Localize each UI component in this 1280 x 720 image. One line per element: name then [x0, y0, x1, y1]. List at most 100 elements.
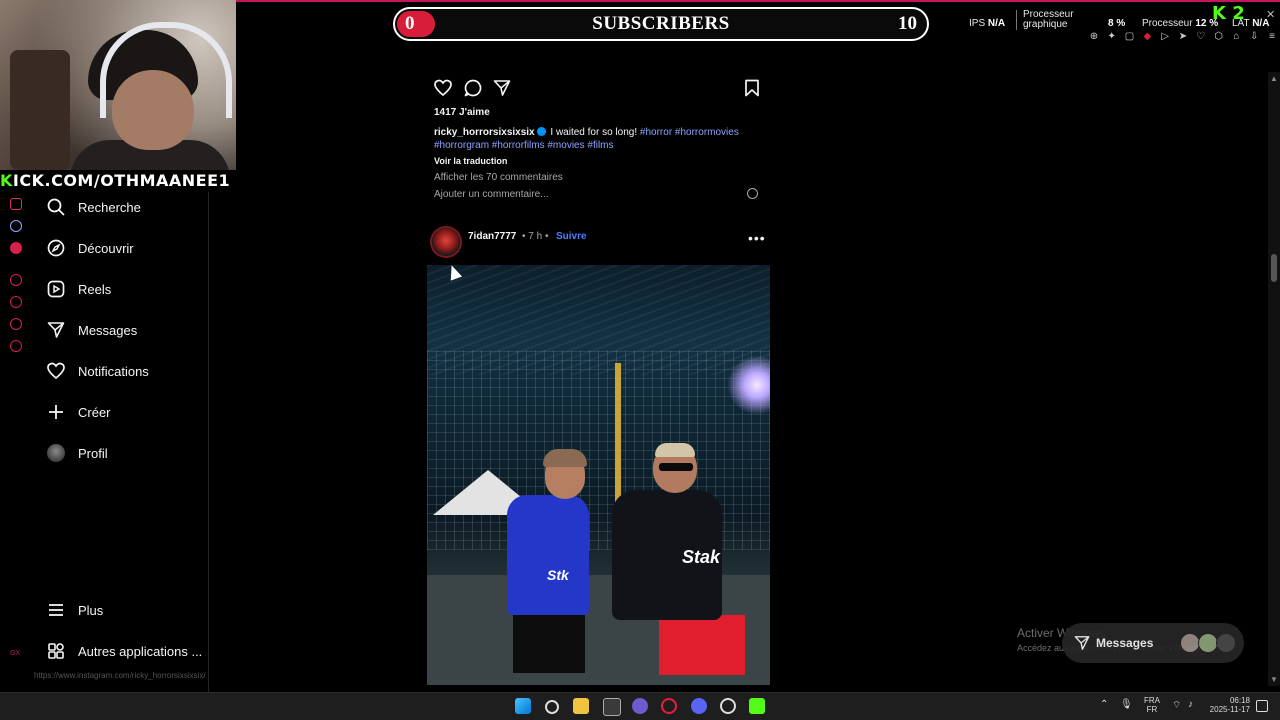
start-icon[interactable] — [515, 698, 531, 714]
keyboard-language[interactable]: FRA FR — [1144, 696, 1160, 714]
comment-input[interactable]: Ajouter un commentaire... — [434, 189, 549, 200]
translate-link[interactable]: Voir la traduction — [434, 156, 507, 166]
emoji-icon[interactable] — [747, 188, 758, 199]
nav-item-create[interactable]: Créer — [46, 400, 111, 424]
browser-sidebar — [0, 192, 32, 692]
verified-icon — [536, 127, 546, 136]
send-icon[interactable]: ➤ — [1177, 31, 1189, 43]
nav-label: Plus — [78, 602, 104, 618]
follow-button[interactable]: Suivre — [556, 231, 587, 242]
volume-icon[interactable]: ♪ — [1188, 699, 1193, 710]
ips-stat: IPS N/A — [969, 18, 1006, 29]
more-options-icon[interactable]: ••• — [748, 230, 766, 246]
share-icon[interactable] — [493, 79, 511, 102]
menu-icon[interactable]: ≡ — [1266, 31, 1278, 43]
nav-label: Créer — [78, 404, 111, 420]
caption-hashtags-1[interactable]: #horror #horrormovies — [640, 127, 739, 138]
nav-label: Recherche — [78, 199, 141, 215]
download-icon[interactable]: ⇩ — [1248, 31, 1260, 43]
nav-item-profile[interactable]: Profil — [46, 441, 108, 465]
caption-username[interactable]: ricky_horrorsixsixsix — [434, 127, 535, 138]
discord-icon[interactable] — [10, 220, 22, 232]
discord-icon[interactable] — [691, 698, 707, 714]
screenshot-icon[interactable]: ▢ — [1124, 31, 1136, 43]
shield-icon[interactable]: ◆ — [1141, 31, 1153, 43]
wifi-icon[interactable]: ⌔ — [1172, 699, 1181, 712]
subscriber-goal: 10 — [898, 13, 917, 34]
like-heart-icon[interactable] — [434, 79, 452, 102]
opera-gx-icon[interactable] — [661, 698, 677, 714]
tray-overflow-icon[interactable]: ⌃ — [1100, 699, 1108, 710]
taskbar-clock[interactable]: 06:18 2025-11-17 — [1206, 696, 1250, 714]
kick-icon[interactable] — [749, 698, 765, 714]
extension-icon[interactable]: ⬡ — [1213, 31, 1225, 43]
app-icon[interactable] — [632, 698, 648, 714]
zoom-icon[interactable]: ⊕ — [1088, 31, 1100, 43]
avatar — [46, 443, 66, 463]
jersey-logo: Stk — [547, 567, 569, 583]
store-icon[interactable] — [603, 698, 621, 716]
caption-text: I waited for so long! — [550, 127, 638, 138]
player-icon[interactable] — [10, 274, 22, 286]
notification-icon[interactable] — [1256, 700, 1268, 712]
file-explorer-icon[interactable] — [573, 698, 589, 714]
reels-icon — [46, 279, 66, 299]
nav-item-reels[interactable]: Reels — [46, 277, 111, 301]
avatar — [1198, 633, 1218, 653]
nav-item-messages[interactable]: Messages — [46, 318, 137, 342]
app-icon[interactable] — [10, 242, 22, 254]
nav-label: Messages — [78, 322, 138, 338]
scroll-down-icon[interactable]: ▼ — [1270, 675, 1278, 684]
instagram-nav: Recherche Découvrir Reels Messages Notif… — [32, 192, 208, 692]
avatar[interactable] — [432, 228, 460, 256]
avatar — [1216, 633, 1236, 653]
tray-mic-icon[interactable]: 🎙 — [1120, 699, 1133, 710]
apps-icon — [46, 641, 66, 661]
post-image[interactable]: Stk Stak — [427, 265, 770, 685]
nav-item-other-apps[interactable]: Autres applications ... — [46, 639, 202, 663]
post-username[interactable]: 7idan7777 — [468, 231, 516, 242]
heart-icon[interactable]: ♡ — [1195, 31, 1207, 43]
nav-label: Découvrir — [78, 240, 134, 256]
nav-divider — [208, 192, 209, 692]
plus-icon — [46, 402, 66, 422]
scroll-up-icon[interactable]: ▲ — [1270, 74, 1278, 83]
nav-item-search[interactable]: Recherche — [46, 195, 141, 219]
search-icon[interactable] — [545, 700, 559, 714]
messages-pill[interactable]: Messages — [1062, 623, 1244, 663]
player-icon[interactable]: ▷ — [1159, 31, 1171, 43]
steam-icon[interactable] — [720, 698, 736, 714]
post-time: • 7 h • — [522, 231, 549, 242]
status-bar-url: https://www.instagram.com/ricky_horrorsi… — [34, 671, 206, 680]
kick-channel-url: KICK.COM/OTHMAANEE1 — [0, 170, 238, 192]
instagram-icon[interactable] — [10, 198, 22, 210]
nav-item-more[interactable]: Plus — [46, 598, 103, 622]
pin-icon[interactable]: ✦ — [1106, 31, 1118, 43]
gpu-label: Processeur graphique — [1016, 10, 1081, 30]
jersey-logo: Stak — [682, 547, 721, 567]
nav-label: Profil — [78, 445, 108, 461]
caption-hashtags-2[interactable]: #horrorgram #horrorfilms #movies #films — [434, 140, 614, 151]
nav-item-notifications[interactable]: Notifications — [46, 359, 149, 383]
feed: 1417 J'aime ricky_horrorsixsixsix I wait… — [426, 72, 770, 692]
webcam-overlay — [0, 0, 236, 170]
page-scrollbar[interactable]: ▲ ▼ — [1268, 72, 1280, 686]
likes-count[interactable]: 1417 J'aime — [434, 107, 490, 118]
close-icon[interactable]: ✕ — [1266, 8, 1275, 21]
scroll-thumb[interactable] — [1271, 254, 1277, 282]
subscriber-goal-bar: 0 SUBSCRIBERS 10 — [393, 7, 929, 41]
send-icon — [1074, 635, 1090, 656]
nav-label: Notifications — [78, 363, 149, 379]
avatar — [1180, 633, 1200, 653]
comment-icon[interactable] — [464, 79, 482, 102]
bookmark-icon[interactable] — [744, 79, 760, 102]
settings-icon[interactable] — [10, 340, 22, 352]
messages-label: Messages — [1096, 636, 1154, 650]
browser-toolbar: ⊕ ✦ ▢ ◆ ▷ ➤ ♡ ⬡ ⌂ ⇩ ≡ — [1088, 31, 1278, 45]
cube-icon[interactable] — [10, 318, 22, 330]
lock-icon[interactable]: ⌂ — [1231, 31, 1243, 43]
post-header: 7idan7777 • 7 h • Suivre ••• — [432, 228, 765, 258]
nav-item-discover[interactable]: Découvrir — [46, 236, 134, 260]
history-icon[interactable] — [10, 296, 22, 308]
view-comments-link[interactable]: Afficher les 70 commentaires — [434, 172, 563, 183]
